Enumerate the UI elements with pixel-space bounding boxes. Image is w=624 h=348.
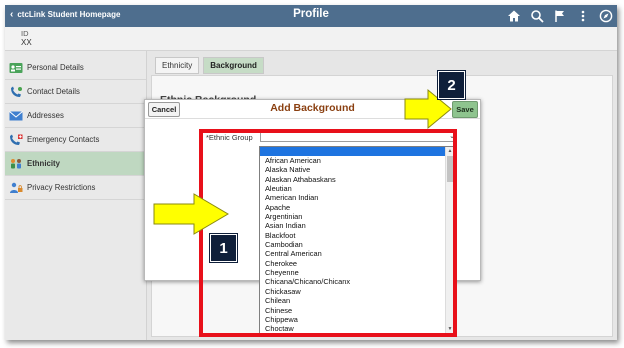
more-vertical-icon[interactable] bbox=[576, 9, 590, 23]
list-item[interactable]: Cherokee bbox=[265, 259, 350, 268]
list-item[interactable]: Chicana/Chicano/Chicanx bbox=[265, 277, 350, 286]
id-card-icon bbox=[9, 62, 23, 74]
people-icon bbox=[9, 158, 23, 170]
sidebar-item-personal-details[interactable]: Personal Details bbox=[5, 56, 146, 80]
list-item[interactable]: Central American bbox=[265, 249, 350, 258]
sidebar-item-label: Contact Details bbox=[27, 87, 80, 96]
ethnic-group-select[interactable]: ⌄ bbox=[260, 131, 457, 142]
phone-icon bbox=[9, 86, 23, 98]
home-icon[interactable] bbox=[507, 9, 521, 23]
list-item[interactable]: Cheyenne bbox=[265, 268, 350, 277]
id-label: ID bbox=[21, 29, 29, 38]
list-item[interactable]: Asian Indian bbox=[265, 221, 350, 230]
list-item[interactable]: Alaska Native bbox=[265, 165, 350, 174]
id-value: XX bbox=[21, 38, 32, 47]
flag-icon[interactable] bbox=[553, 9, 567, 23]
compass-icon[interactable] bbox=[599, 9, 613, 23]
search-icon[interactable] bbox=[530, 9, 544, 23]
sidebar-item-label: Ethnicity bbox=[27, 159, 60, 168]
envelope-icon bbox=[9, 110, 23, 122]
list-item[interactable]: Cambodian bbox=[265, 240, 350, 249]
scroll-down-icon[interactable]: ▼ bbox=[446, 325, 454, 333]
list-item[interactable]: Chinese bbox=[265, 306, 350, 315]
sidebar-item-privacy-restrictions[interactable]: Privacy Restrictions bbox=[5, 176, 146, 200]
tab-ethnicity[interactable]: Ethnicity bbox=[155, 57, 200, 74]
option-blank-selected[interactable] bbox=[260, 147, 446, 156]
sidebar-item-label: Emergency Contacts bbox=[27, 135, 100, 144]
list-item[interactable]: Chickasaw bbox=[265, 287, 350, 296]
sidebar-item-contact-details[interactable]: Contact Details bbox=[5, 80, 146, 104]
ethnic-group-options-list: African American Alaska Native Alaskan A… bbox=[259, 146, 455, 334]
tab-background[interactable]: Background bbox=[203, 57, 264, 74]
list-item[interactable]: Alaskan Athabaskans bbox=[265, 175, 350, 184]
sidebar-item-label: Personal Details bbox=[27, 63, 84, 72]
sidebar-item-addresses[interactable]: Addresses bbox=[5, 104, 146, 128]
arrow-right-icon bbox=[152, 192, 232, 236]
sidebar-item-ethnicity[interactable]: Ethnicity bbox=[5, 152, 146, 176]
chevron-down-icon: ⌄ bbox=[449, 133, 455, 140]
sidebar-item-label: Addresses bbox=[27, 111, 64, 120]
step-2-badge: 2 bbox=[438, 71, 465, 99]
list-item[interactable]: African American bbox=[265, 156, 350, 165]
list-item[interactable]: Blackfoot bbox=[265, 231, 350, 240]
page-title: Profile bbox=[293, 8, 329, 20]
list-item[interactable]: Chippewa bbox=[265, 315, 350, 324]
scroll-up-icon[interactable]: ▲ bbox=[446, 147, 454, 155]
sidebar-item-emergency-contacts[interactable]: Emergency Contacts bbox=[5, 128, 146, 152]
list-item[interactable]: Chilean bbox=[265, 296, 350, 305]
options-container: African American Alaska Native Alaskan A… bbox=[265, 156, 350, 333]
sidebar-nav: Personal Details Contact Details Address… bbox=[5, 51, 147, 340]
person-lock-icon bbox=[9, 182, 23, 194]
list-item[interactable]: Aleutian bbox=[265, 184, 350, 193]
save-button[interactable]: Save bbox=[452, 101, 478, 118]
top-banner: ‹ ctcLink Student Homepage Profile bbox=[5, 5, 617, 27]
step-1-badge: 1 bbox=[210, 234, 237, 262]
scrollbar-thumb[interactable] bbox=[447, 156, 453, 182]
list-item[interactable]: Argentinian bbox=[265, 212, 350, 221]
list-item[interactable]: Choctaw bbox=[265, 324, 350, 333]
student-id-bar: ID XX bbox=[5, 27, 617, 51]
ethnic-group-label: *Ethnic Group bbox=[206, 133, 253, 142]
sidebar-item-label: Privacy Restrictions bbox=[27, 183, 96, 192]
dropdown-scrollbar[interactable]: ▲ ▼ bbox=[445, 147, 454, 333]
list-item[interactable]: Apache bbox=[265, 203, 350, 212]
emergency-phone-icon bbox=[9, 134, 23, 146]
list-item[interactable]: American Indian bbox=[265, 193, 350, 202]
tab-bar: Ethnicity Background bbox=[155, 57, 264, 74]
